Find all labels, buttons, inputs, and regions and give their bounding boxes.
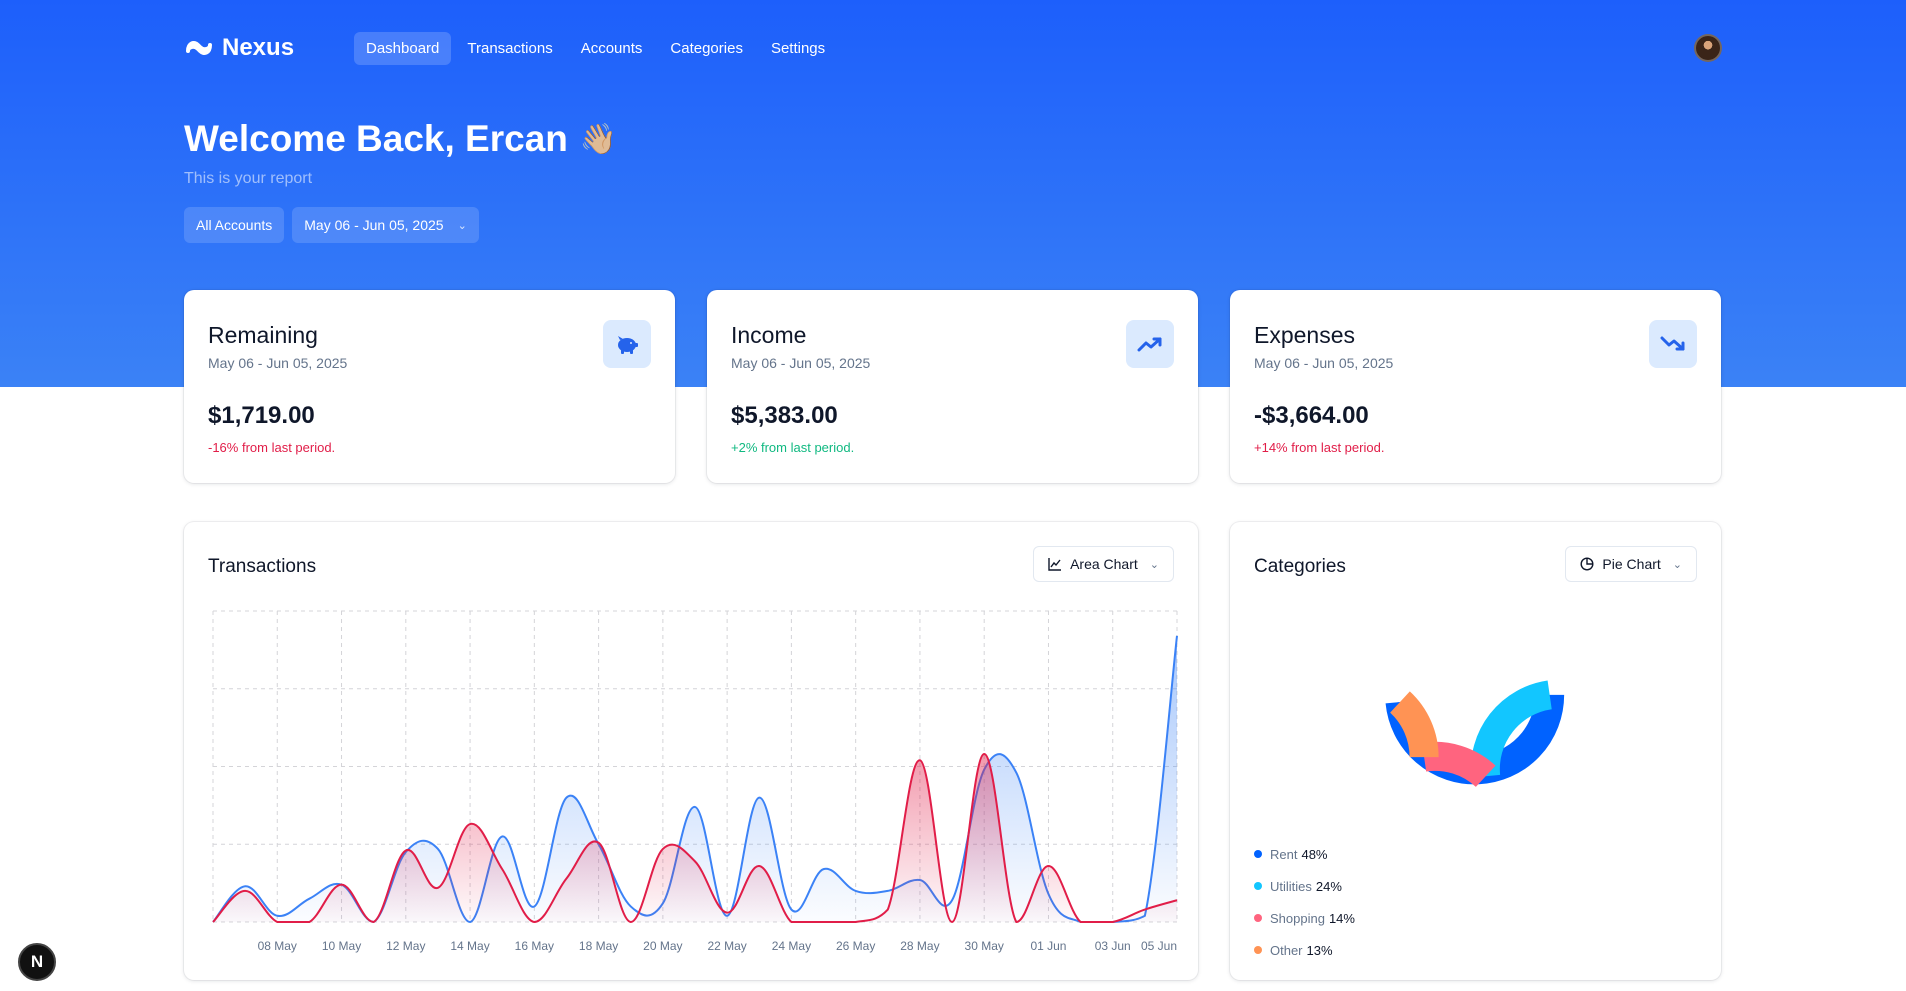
account-select[interactable]: All Accounts (184, 207, 285, 243)
x-tick-label: 08 May (258, 939, 297, 953)
report-subtitle: This is your report (184, 170, 313, 187)
top-navigation: Nexus Dashboard Transactions Accounts Ca… (184, 28, 1722, 68)
chevron-down-icon: ⌄ (457, 219, 467, 232)
income-card: Income May 06 - Jun 05, 2025 $5,383.00 +… (707, 290, 1198, 483)
legend-label: Other (1270, 942, 1303, 958)
x-tick-label: 20 May (643, 939, 682, 953)
categories-donut-chart (1385, 680, 1565, 788)
x-tick-label: 18 May (579, 939, 618, 953)
stat-range: May 06 - Jun 05, 2025 (1254, 355, 1394, 371)
welcome-heading: Welcome Back, Ercan 👋🏼 (184, 118, 617, 160)
stat-change: +14% from last period. (1254, 440, 1385, 455)
legend-label: Utilities (1270, 878, 1312, 894)
x-tick-label: 12 May (386, 939, 425, 953)
legend-item: Rent 48% (1254, 838, 1355, 870)
x-tick-label: 03 Jun (1095, 939, 1131, 953)
legend-value: 48% (1301, 846, 1328, 862)
legend-value: 14% (1328, 910, 1355, 926)
categories-legend: Rent 48% Utilities 24% Shopping 14% Othe… (1254, 838, 1355, 966)
legend-dot-utilities (1254, 882, 1262, 890)
stat-title: Expenses (1254, 322, 1356, 348)
legend-dot-rent (1254, 850, 1262, 858)
nav-item-settings[interactable]: Settings (759, 32, 837, 65)
app-logo[interactable]: Nexus (184, 34, 354, 62)
x-tick-label: 30 May (965, 939, 1004, 953)
x-tick-label: 05 Jun (1141, 939, 1177, 953)
x-tick-label: 24 May (772, 939, 811, 953)
remaining-card: Remaining May 06 - Jun 05, 2025 $1,719.0… (184, 290, 675, 483)
legend-item: Other 13% (1254, 934, 1355, 966)
welcome-text: Welcome Back, Ercan (184, 118, 568, 159)
legend-value: 24% (1315, 878, 1342, 894)
app-name: Nexus (222, 34, 295, 61)
categories-panel: Categories Pie Chart ⌄ Rent 48% Utilitie… (1230, 522, 1721, 980)
trending-up-icon (1126, 320, 1174, 368)
stat-value: -$3,664.00 (1254, 402, 1369, 429)
x-tick-label: 28 May (900, 939, 939, 953)
user-avatar[interactable] (1694, 34, 1722, 62)
legend-dot-other (1254, 946, 1262, 954)
filters-bar: All Accounts May 06 - Jun 05, 2025 ⌄ (184, 207, 479, 243)
date-range-value: May 06 - Jun 05, 2025 (304, 217, 444, 233)
nav-item-transactions[interactable]: Transactions (455, 32, 564, 65)
nav-links: Dashboard Transactions Accounts Categori… (354, 31, 837, 65)
chart-type-value: Pie Chart (1602, 556, 1661, 572)
expenses-card: Expenses May 06 - Jun 05, 2025 -$3,664.0… (1230, 290, 1721, 483)
stat-value: $5,383.00 (731, 402, 838, 429)
legend-item: Utilities 24% (1254, 870, 1355, 902)
stat-title: Income (731, 322, 807, 348)
legend-value: 13% (1306, 942, 1333, 958)
x-tick-label: 14 May (450, 939, 489, 953)
nextjs-dev-badge[interactable]: N (18, 943, 56, 981)
legend-item: Shopping 14% (1254, 902, 1355, 934)
waving-hand-icon: 👋🏼 (579, 122, 618, 156)
chevron-down-icon: ⌄ (1672, 558, 1682, 571)
x-tick-label: 22 May (707, 939, 746, 953)
legend-label: Shopping (1270, 910, 1325, 926)
panel-title: Categories (1254, 556, 1346, 577)
x-tick-label: 10 May (322, 939, 361, 953)
legend-dot-shopping (1254, 914, 1262, 922)
nav-item-categories[interactable]: Categories (658, 32, 755, 65)
date-range-select[interactable]: May 06 - Jun 05, 2025 ⌄ (292, 207, 479, 243)
transactions-area-chart: 08 May 10 May 12 May 14 May 16 May 18 May 20 M… (212, 610, 1178, 953)
x-tick-label: 26 May (836, 939, 875, 953)
x-tick-label: 16 May (515, 939, 554, 953)
legend-label: Rent (1270, 846, 1298, 862)
category-chart-type-select[interactable]: Pie Chart ⌄ (1565, 546, 1697, 582)
pie-chart-icon (1580, 557, 1594, 571)
trending-down-icon (1649, 320, 1697, 368)
stat-change: +2% from last period. (731, 440, 855, 455)
stat-range: May 06 - Jun 05, 2025 (208, 355, 348, 371)
piggy-bank-icon (603, 320, 651, 368)
x-tick-label: 01 Jun (1030, 939, 1066, 953)
stat-value: $1,719.00 (208, 402, 315, 429)
nav-item-dashboard[interactable]: Dashboard (354, 31, 452, 65)
stat-title: Remaining (208, 322, 318, 348)
nexus-logo-icon (186, 41, 212, 55)
transactions-panel: Transactions Area Chart ⌄ 08 May 10 May 12… (184, 522, 1198, 980)
account-select-value: All Accounts (196, 217, 273, 233)
stat-change: -16% from last period. (208, 440, 336, 455)
stat-range: May 06 - Jun 05, 2025 (731, 355, 871, 371)
nav-item-accounts[interactable]: Accounts (569, 32, 655, 65)
